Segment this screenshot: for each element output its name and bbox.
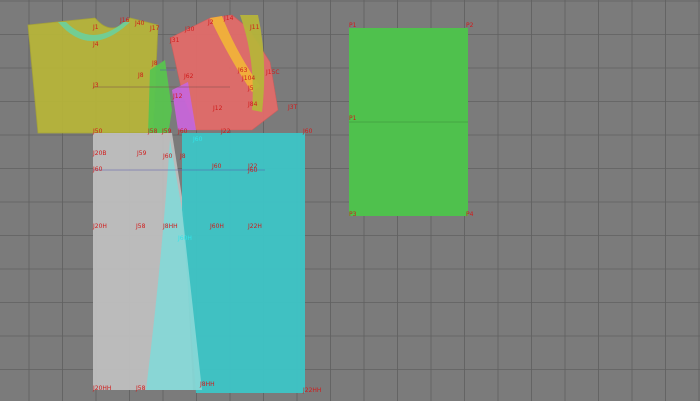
label-j8b-2: J8 <box>179 153 186 160</box>
label-p3: P3 <box>349 211 357 218</box>
label-j5: J5 <box>247 85 254 92</box>
label-p1: P1 <box>349 22 357 29</box>
label-j84: J84 <box>247 101 258 108</box>
label-j60b: J60 <box>177 128 188 135</box>
label-j30: J30 <box>184 26 195 33</box>
pattern-canvas[interactable]: P1 P2 P3 P4 P1 J1 J4 J16 J40 J17 J30 J31… <box>0 0 700 401</box>
label-j12b: J12 <box>172 93 183 100</box>
label-j8hh: J8HH <box>162 223 178 230</box>
label-j104: J104 <box>241 75 255 82</box>
label-j59: J59 <box>161 128 172 135</box>
label-j60-mid3: J60 <box>247 167 258 174</box>
label-j8hh-bottom: J8HH <box>199 381 215 388</box>
label-j60h: J60H <box>209 223 224 230</box>
label-j3t: J3T <box>287 104 298 111</box>
label-j15c: J15C <box>265 69 280 76</box>
label-j12: J12 <box>212 105 223 112</box>
label-j50: J50 <box>92 128 103 135</box>
label-j17: J17 <box>149 25 160 32</box>
label-j60-mid: J60 <box>92 166 103 173</box>
label-j22h: J22H <box>247 223 262 230</box>
label-j63: J63 <box>237 67 248 74</box>
label-j20hh: J20HH <box>92 385 111 392</box>
label-j20h: J20H <box>92 223 107 230</box>
label-j58hh: J58 <box>135 385 146 392</box>
label-j8b: J8 <box>151 60 158 67</box>
label-j60-side: J60 <box>302 128 313 135</box>
cyan-skirt-piece[interactable] <box>182 133 305 393</box>
label-j58: J58 <box>147 128 158 135</box>
label-j4: J4 <box>92 41 99 48</box>
label-j58b: J58 <box>135 223 146 230</box>
label-j14: J14 <box>223 15 234 22</box>
label-j20b: J20B <box>92 150 107 157</box>
label-j16: J16 <box>119 17 130 24</box>
label-j31: J31 <box>169 37 180 44</box>
label-p4: P4 <box>466 211 474 218</box>
label-j59b: J59 <box>136 150 147 157</box>
label-j22: J22 <box>220 128 231 135</box>
label-j40: J40 <box>134 20 145 27</box>
label-j22hh: J22HH <box>302 387 321 394</box>
label-j8: J8 <box>137 72 144 79</box>
label-j3: J3 <box>92 82 99 89</box>
label-j11: J11 <box>249 24 260 31</box>
label-j2: J2 <box>207 19 214 26</box>
label-j60-mid2: J60 <box>211 163 222 170</box>
label-cyan-top: J60 <box>192 136 203 143</box>
label-p2: P2 <box>466 22 474 29</box>
label-j1: J1 <box>92 24 99 31</box>
label-j60c: J60 <box>162 153 173 160</box>
label-j62: J62 <box>183 73 194 80</box>
green-small-piece[interactable] <box>148 60 172 135</box>
label-cyan-mid: J60H <box>177 235 192 242</box>
label-p-mid: P1 <box>349 115 357 122</box>
